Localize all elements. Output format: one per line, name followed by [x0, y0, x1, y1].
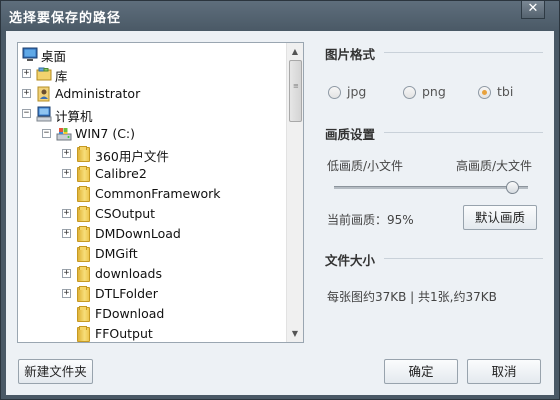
tree-node[interactable]: + DTLFolder: [18, 284, 286, 304]
computer-icon: [36, 106, 52, 122]
tree-node[interactable]: FFOutput: [18, 324, 286, 342]
tree-node-label: 计算机: [55, 109, 93, 124]
tree-node-label: Administrator: [55, 86, 141, 101]
tree-node[interactable]: + DMDownLoad: [18, 224, 286, 244]
format-section-title: 图片格式: [325, 47, 376, 62]
tree-node[interactable]: + CSOutput: [18, 204, 286, 224]
folder-tree[interactable]: 桌面 + 库 + Administrator − 计算机 − WIN7 (C:) +360用户文件…: [17, 42, 304, 343]
dialog-title: 选择要保存的路径: [9, 11, 122, 26]
current-quality-text: 当前画质：95%: [327, 213, 414, 227]
filesize-summary: 每张图约37KB | 共1张,约37KB: [327, 290, 497, 304]
tree-node[interactable]: + Calibre2: [18, 164, 286, 184]
png-label: png: [422, 84, 446, 99]
filesize-section-title: 文件大小: [325, 253, 376, 268]
scroll-down-icon[interactable]: ▼: [287, 325, 303, 342]
tree-node[interactable]: − WIN7 (C:): [18, 124, 286, 144]
tree-node[interactable]: FDownload: [18, 304, 286, 324]
new-folder-button[interactable]: 新建文件夹: [18, 359, 93, 384]
tree-node-label: FDownload: [95, 306, 165, 321]
tree-node-label: CommonFramework: [95, 186, 221, 201]
expand-icon[interactable]: +: [22, 69, 31, 78]
save-path-dialog: 选择要保存的路径 ✕ 桌面 + 库 + Administrator − 计算机 − WIN7 (…: [0, 0, 560, 400]
tree-node-label: FFOutput: [95, 326, 153, 341]
folder-icon: [76, 286, 90, 302]
tree-node[interactable]: CommonFramework: [18, 184, 286, 204]
folder-icon: [76, 306, 90, 322]
tree-node[interactable]: +360用户文件: [18, 144, 286, 164]
filesize-divider: [384, 258, 543, 259]
tree-node-label: WIN7 (C:): [75, 126, 136, 141]
expand-icon[interactable]: +: [62, 269, 71, 278]
low-quality-label: 低画质/小文件: [327, 159, 404, 173]
tree-node-label: CSOutput: [95, 206, 156, 221]
tree-scrollbar[interactable]: ▲ ≡ ▼: [286, 43, 303, 342]
png-radio[interactable]: [403, 86, 416, 99]
expand-icon[interactable]: +: [62, 209, 71, 218]
tree-node-label: 桌面: [41, 49, 67, 64]
tbi-label: tbi: [497, 84, 514, 99]
title-bar[interactable]: 选择要保存的路径 ✕: [1, 1, 559, 31]
folder-icon: [76, 166, 90, 182]
tree-node-label: downloads: [95, 266, 162, 281]
folder-icon: [76, 186, 90, 202]
tree-node-label: DTLFolder: [95, 286, 158, 301]
folder-icon: [76, 246, 90, 262]
expand-icon[interactable]: +: [62, 229, 71, 238]
tree-node[interactable]: DMGift: [18, 244, 286, 264]
tree-node[interactable]: + 库: [18, 64, 286, 84]
high-quality-label: 高画质/大文件: [456, 159, 533, 173]
close-button[interactable]: ✕: [521, 1, 545, 19]
collapse-icon[interactable]: −: [42, 129, 51, 138]
cancel-button[interactable]: 取消: [467, 359, 541, 384]
quality-divider: [384, 132, 543, 133]
tree-node[interactable]: + Administrator: [18, 84, 286, 104]
expand-icon[interactable]: +: [62, 169, 71, 178]
quality-slider-thumb[interactable]: [506, 181, 519, 194]
tree-node[interactable]: − 计算机: [18, 104, 286, 124]
format-divider: [384, 52, 543, 53]
tree-node[interactable]: 桌面: [18, 44, 286, 64]
desktop-icon: [22, 46, 38, 62]
dialog-body: 桌面 + 库 + Administrator − 计算机 − WIN7 (C:) +360用户文件…: [6, 31, 554, 395]
expand-icon[interactable]: +: [62, 289, 71, 298]
scroll-thumb[interactable]: ≡: [289, 60, 302, 122]
collapse-icon[interactable]: −: [22, 109, 31, 118]
library-icon: [36, 66, 52, 82]
tree-node-label: 库: [55, 69, 68, 84]
default-quality-button[interactable]: 默认画质: [463, 205, 537, 230]
folder-icon: [76, 266, 90, 282]
tree-node[interactable]: + downloads: [18, 264, 286, 284]
expand-icon[interactable]: +: [62, 149, 71, 158]
drive-icon: [56, 126, 72, 142]
quality-section-title: 画质设置: [325, 127, 376, 142]
tree-node-label: DMGift: [95, 246, 138, 261]
quality-slider[interactable]: [334, 181, 528, 194]
expand-icon[interactable]: +: [22, 89, 31, 98]
folder-icon: [76, 326, 90, 342]
jpg-label: jpg: [347, 84, 367, 99]
user-icon: [36, 86, 52, 102]
folder-icon: [76, 206, 90, 222]
scroll-up-icon[interactable]: ▲: [287, 43, 303, 60]
tree-node-label: Calibre2: [95, 166, 147, 181]
folder-icon: [76, 146, 90, 162]
close-icon: ✕: [527, 1, 539, 16]
tree-node-label: 360用户文件: [95, 149, 169, 164]
folder-icon: [76, 226, 90, 242]
ok-button[interactable]: 确定: [384, 359, 458, 384]
jpg-radio[interactable]: [328, 86, 341, 99]
tbi-radio[interactable]: [478, 86, 491, 99]
tree-node-label: DMDownLoad: [95, 226, 181, 241]
